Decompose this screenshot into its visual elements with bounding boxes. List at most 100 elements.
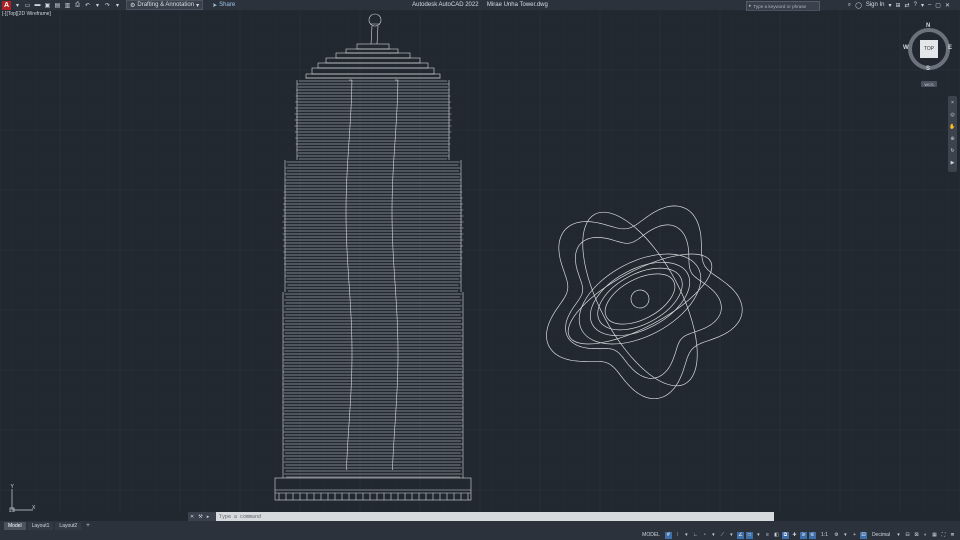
polar-icon[interactable]: ◔ xyxy=(701,532,708,539)
model-space-button[interactable]: MODEL xyxy=(639,532,663,539)
gear-icon: ⚙ xyxy=(130,2,136,9)
snap-toggle-icon[interactable]: ⁞ xyxy=(674,532,681,539)
close-icon[interactable]: ✕ xyxy=(945,2,950,9)
wcs-menu[interactable]: WCS xyxy=(921,81,937,87)
viewcube[interactable]: TOP N S E W xyxy=(903,23,952,72)
search-input[interactable]: Type a keyword or phrase xyxy=(753,4,806,9)
isolate-objects-icon[interactable]: ◐ xyxy=(922,532,929,539)
application-menu-button[interactable]: A xyxy=(2,0,11,10)
app-title: Autodesk AutoCAD 2022 xyxy=(412,2,479,8)
workspace-switcher[interactable]: ⚙ Drafting & Annotation ▾ xyxy=(126,0,204,10)
workspace-label: Drafting & Annotation xyxy=(137,2,195,8)
command-input[interactable]: Type a command xyxy=(216,512,774,521)
close-command-icon[interactable]: ✕ xyxy=(190,514,194,520)
settings-gear-icon[interactable]: ⚙ xyxy=(833,532,840,539)
save-icon[interactable]: ▣ xyxy=(44,2,51,9)
polar-dropdown-icon[interactable]: ▾ xyxy=(710,532,717,539)
ortho-icon[interactable]: ∟ xyxy=(692,532,699,539)
compass-south[interactable]: S xyxy=(926,66,930,72)
file-name: Mirae Unha Tower.dwg xyxy=(486,2,548,8)
transparency-icon[interactable]: ◧ xyxy=(773,532,780,539)
help-dropdown-icon[interactable]: ▾ xyxy=(921,2,924,9)
command-line-buttons: ✕ ⚒ ▸ xyxy=(188,512,216,521)
zoom-extents-icon[interactable]: ⊕ xyxy=(950,136,954,142)
customize-icon[interactable]: ⚒ xyxy=(198,514,202,520)
tab-model[interactable]: Model xyxy=(4,522,26,530)
settings-dropdown-icon[interactable]: ▾ xyxy=(842,532,849,539)
undo-icon[interactable]: ↶ xyxy=(84,2,91,9)
lineweight-icon[interactable]: ≡ xyxy=(764,532,771,539)
object-snap-icon[interactable]: □ xyxy=(745,531,753,539)
user-icon[interactable]: ◯ xyxy=(855,2,862,9)
showmotion-icon[interactable]: ▶ xyxy=(951,160,955,166)
plan-ellipse-ring xyxy=(567,253,713,345)
orbit-icon[interactable]: ↻ xyxy=(950,148,954,154)
lock-ui-icon[interactable]: ⊠ xyxy=(913,532,920,539)
maximize-icon[interactable]: ▢ xyxy=(935,2,941,9)
object-snap-dropdown-icon[interactable]: ▾ xyxy=(755,532,762,539)
exchange-icon[interactable]: ⇄ xyxy=(905,2,910,9)
annotation-visibility-icon[interactable]: ⚞ xyxy=(799,531,807,539)
sign-in-link[interactable]: Sign In xyxy=(866,2,885,8)
cart-icon[interactable]: ⊞ xyxy=(896,2,901,9)
steering-wheel-icon[interactable]: ◎ xyxy=(950,112,954,118)
annotation-monitor-icon[interactable]: ✚ xyxy=(791,532,798,539)
clean-screen-icon[interactable]: ⛶ xyxy=(940,532,947,539)
core-curve xyxy=(391,79,399,471)
minimize-icon[interactable]: – xyxy=(928,2,931,8)
drawing-canvas[interactable]: Y X xyxy=(0,10,960,512)
graphics-performance-icon[interactable]: ▦ xyxy=(931,532,938,539)
annotation-scale-button[interactable]: 1:1 xyxy=(818,532,831,539)
units-icon[interactable]: ⊡ xyxy=(859,531,867,539)
crown-tier xyxy=(317,62,429,69)
print-icon[interactable]: ⎙ xyxy=(74,2,81,9)
crown-tier xyxy=(325,57,421,64)
search-icon[interactable]: ⌕ xyxy=(848,2,851,9)
save-as-icon[interactable]: ▤ xyxy=(54,2,61,9)
dropdown-arrow-icon[interactable]: ▾ xyxy=(14,2,21,9)
viewcube-top-face[interactable]: TOP xyxy=(920,40,938,58)
podium-outline xyxy=(274,477,472,501)
crown-tier xyxy=(335,52,411,59)
snap-dropdown-icon[interactable]: ▾ xyxy=(683,532,690,539)
object-snap-tracking-icon[interactable]: ∠ xyxy=(736,531,744,539)
web-mobile-icon[interactable]: ▥ xyxy=(64,2,71,9)
pan-icon[interactable]: ✋ xyxy=(949,124,955,130)
share-icon: ➤ xyxy=(212,2,218,9)
plan-inner-petal-outline xyxy=(565,224,722,379)
status-bar: Model Layout1 Layout2 + MODEL # ⁞ ▾ ∟ ◔ … xyxy=(0,521,960,540)
crown-tier xyxy=(311,67,435,75)
customization-icon[interactable]: ≣ xyxy=(949,532,956,539)
selection-cycling-icon[interactable]: ⧉ xyxy=(781,531,789,539)
navbar-close-icon[interactable]: × xyxy=(951,100,954,106)
units-dropdown[interactable]: Decimal xyxy=(869,532,893,539)
compass-north[interactable]: N xyxy=(926,23,930,29)
quick-properties-icon[interactable]: ⊟ xyxy=(904,532,911,539)
ucs-y-label: Y xyxy=(11,484,15,490)
compass-east[interactable]: E xyxy=(948,45,952,51)
title-right-group: ⌕ ◯ Sign In ▾ ⊞ ⇄ ? ▾ – ▢ ✕ xyxy=(848,0,950,10)
redo-dropdown-icon[interactable]: ▾ xyxy=(114,2,121,9)
tab-layout2[interactable]: Layout2 xyxy=(55,522,82,530)
auto-scale-icon[interactable]: ⚟ xyxy=(808,531,816,539)
add-scale-icon[interactable]: + xyxy=(851,532,858,539)
plan-cross-ellipse xyxy=(582,211,698,387)
share-button[interactable]: ➤ Share xyxy=(212,2,235,9)
tab-layout1[interactable]: Layout1 xyxy=(27,522,54,530)
recent-commands-icon[interactable]: ▸ xyxy=(207,514,210,520)
undo-dropdown-icon[interactable]: ▾ xyxy=(94,2,101,9)
core-curve xyxy=(345,79,353,471)
new-file-icon[interactable]: ▭ xyxy=(24,2,31,9)
redo-icon[interactable]: ↷ xyxy=(104,2,111,9)
viewport-controls-label[interactable]: [-][Top][2D Wireframe] xyxy=(2,11,51,17)
units-chevron-icon[interactable]: ▾ xyxy=(895,532,902,539)
isodraft-dropdown-icon[interactable]: ▾ xyxy=(728,532,735,539)
title-bar: A ▾ ▭ ▬ ▣ ▤ ▥ ⎙ ↶ ▾ ↷ ▾ ⚙ Drafting & Ann… xyxy=(0,0,960,11)
grid-toggle-icon[interactable]: # xyxy=(664,531,672,539)
open-folder-icon[interactable]: ▬ xyxy=(34,2,41,9)
isodraft-icon[interactable]: ⟋ xyxy=(719,532,726,539)
add-layout-icon[interactable]: + xyxy=(83,523,93,529)
sign-in-dropdown-icon[interactable]: ▾ xyxy=(889,2,892,9)
help-icon[interactable]: ? xyxy=(914,2,917,8)
compass-west[interactable]: W xyxy=(903,45,909,51)
